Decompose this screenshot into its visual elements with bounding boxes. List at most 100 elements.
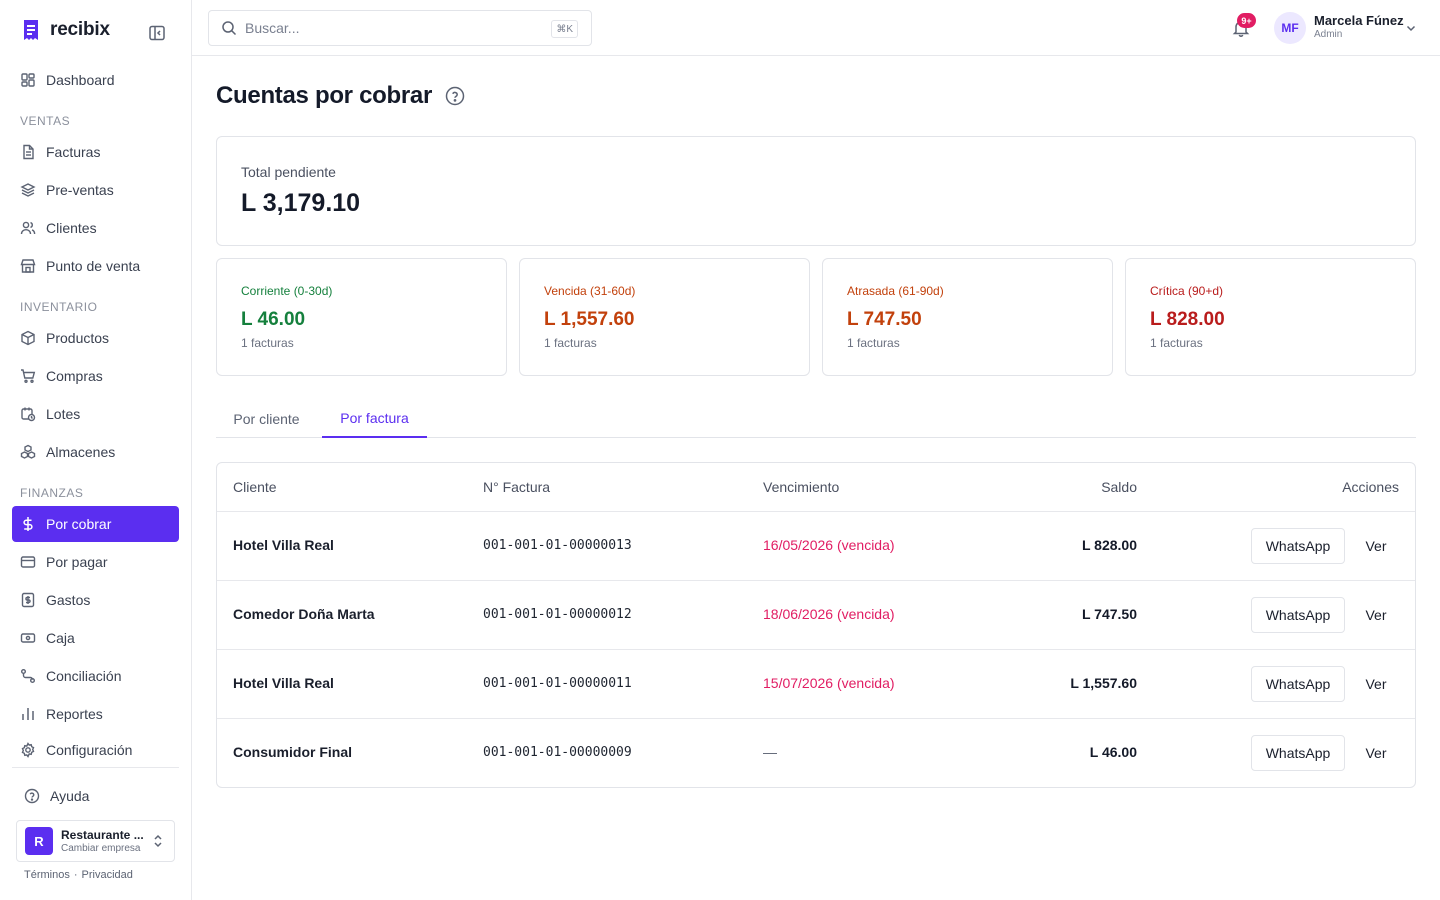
sidebar-item-gastos[interactable]: Gastos	[12, 582, 179, 618]
whatsapp-button[interactable]: WhatsApp	[1251, 528, 1345, 564]
search-shortcut: ⌘K	[551, 20, 578, 38]
total-pending-card: Total pendiente L 3,179.10	[216, 136, 1416, 246]
brand[interactable]: recibix	[22, 19, 110, 41]
tab-por-factura[interactable]: Por factura	[322, 400, 427, 438]
sidebar-item-label: Por cobrar	[46, 516, 112, 532]
due-date: —	[763, 744, 777, 760]
search-input[interactable]: Buscar... ⌘K	[208, 10, 592, 46]
section-ventas: VENTAS	[20, 114, 71, 128]
gear-icon	[20, 742, 36, 758]
sidebar-item-label: Clientes	[46, 220, 97, 236]
sidebar-item-label: Punto de venta	[46, 258, 141, 274]
due-date: 18/06/2026 (vencida)	[763, 606, 895, 622]
client-name: Hotel Villa Real	[233, 537, 334, 553]
balance: L 747.50	[1081, 606, 1137, 622]
aging-label: Vencida (31-60d)	[544, 284, 636, 298]
terms-link[interactable]: Términos	[24, 869, 70, 881]
table-row[interactable]: Consumidor Final 001-001-01-00000009 — L…	[217, 718, 1415, 787]
whatsapp-button[interactable]: WhatsApp	[1251, 597, 1345, 633]
sidebar-item-pos[interactable]: Punto de venta	[12, 248, 179, 284]
sidebar: recibix Dashboard VENTAS Facturas Pre-ve…	[0, 0, 192, 900]
help-label: Ayuda	[50, 788, 90, 804]
package-icon	[20, 330, 36, 346]
dashboard-icon	[20, 72, 36, 88]
client-name: Hotel Villa Real	[233, 675, 334, 691]
aging-card-corriente[interactable]: Corriente (0-30d) L 46.00 1 facturas	[216, 258, 507, 376]
aging-card-atrasada[interactable]: Atrasada (61-90d) L 747.50 1 facturas	[822, 258, 1113, 376]
view-button[interactable]: Ver	[1357, 735, 1395, 771]
column-header-actions: Acciones	[1342, 479, 1399, 495]
whatsapp-button[interactable]: WhatsApp	[1251, 666, 1345, 702]
whatsapp-button[interactable]: WhatsApp	[1251, 735, 1345, 771]
sidebar-divider	[12, 767, 179, 768]
column-header-balance[interactable]: Saldo	[1101, 479, 1137, 495]
column-header-invoice[interactable]: N° Factura	[483, 479, 550, 495]
balance: L 46.00	[1089, 744, 1137, 760]
column-header-due[interactable]: Vencimiento	[763, 479, 839, 495]
client-name: Consumidor Final	[233, 744, 352, 760]
sidebar-item-reportes[interactable]: Reportes	[12, 696, 179, 732]
file-text-icon	[20, 144, 36, 160]
users-icon	[20, 220, 36, 236]
sidebar-item-dashboard[interactable]: Dashboard	[12, 62, 179, 98]
sidebar-item-por-cobrar[interactable]: Por cobrar	[12, 506, 179, 542]
shopping-cart-icon	[20, 368, 36, 384]
banknote-icon	[20, 630, 36, 646]
sidebar-item-almacenes[interactable]: Almacenes	[12, 434, 179, 470]
sidebar-item-lotes[interactable]: Lotes	[12, 396, 179, 432]
chevrons-up-down-icon	[151, 834, 165, 848]
aging-label: Crítica (90+d)	[1150, 284, 1224, 298]
table-row[interactable]: Hotel Villa Real 001-001-01-00000013 16/…	[217, 511, 1415, 580]
sidebar-item-label: Facturas	[46, 144, 101, 160]
company-name: Restaurante ...	[61, 828, 144, 842]
sidebar-item-preventas[interactable]: Pre-ventas	[12, 172, 179, 208]
sidebar-item-configuracion[interactable]: Configuración	[12, 732, 179, 768]
company-switcher[interactable]: R Restaurante ... Cambiar empresa	[16, 820, 175, 862]
column-header-client[interactable]: Cliente	[233, 479, 277, 495]
sidebar-item-label: Dashboard	[46, 72, 115, 88]
balance: L 828.00	[1081, 537, 1137, 553]
legal-separator: ·	[73, 869, 78, 881]
help-circle-icon	[24, 788, 40, 804]
sidebar-item-productos[interactable]: Productos	[12, 320, 179, 356]
aging-value: L 747.50	[847, 309, 922, 330]
topbar: Buscar... ⌘K 9+ MF Marcela Fúnez Admin	[192, 0, 1440, 56]
chevron-down-icon[interactable]	[1404, 21, 1418, 35]
user-name[interactable]: Marcela Fúnez	[1314, 13, 1404, 28]
help-link[interactable]: Ayuda	[24, 788, 89, 804]
help-circle-icon[interactable]	[445, 86, 465, 106]
view-button[interactable]: Ver	[1357, 528, 1395, 564]
bar-chart-icon	[20, 706, 36, 722]
tab-por-cliente[interactable]: Por cliente	[216, 400, 317, 438]
legal-links: Términos · Privacidad	[24, 869, 133, 881]
aging-count: 1 facturas	[241, 336, 294, 350]
sidebar-item-label: Compras	[46, 368, 103, 384]
aging-label: Atrasada (61-90d)	[847, 284, 944, 298]
sidebar-item-por-pagar[interactable]: Por pagar	[12, 544, 179, 580]
sidebar-item-compras[interactable]: Compras	[12, 358, 179, 394]
due-date: 15/07/2026 (vencida)	[763, 675, 895, 691]
sidebar-item-label: Por pagar	[46, 554, 108, 570]
view-tabs: Por cliente Por factura	[216, 400, 1416, 438]
view-button[interactable]: Ver	[1357, 666, 1395, 702]
balance: L 1,557.60	[1070, 675, 1137, 691]
aging-card-critica[interactable]: Crítica (90+d) L 828.00 1 facturas	[1125, 258, 1416, 376]
table-row[interactable]: Comedor Doña Marta 001-001-01-00000012 1…	[217, 580, 1415, 649]
privacy-link[interactable]: Privacidad	[82, 869, 133, 881]
sidebar-item-caja[interactable]: Caja	[12, 620, 179, 656]
avatar[interactable]: MF	[1274, 12, 1306, 44]
store-icon	[20, 258, 36, 274]
sidebar-item-conciliacion[interactable]: Conciliación	[12, 658, 179, 694]
view-button[interactable]: Ver	[1357, 597, 1395, 633]
table-row[interactable]: Hotel Villa Real 001-001-01-00000011 15/…	[217, 649, 1415, 718]
aging-value: L 828.00	[1150, 309, 1225, 330]
sidebar-item-clientes[interactable]: Clientes	[12, 210, 179, 246]
sidebar-item-label: Conciliación	[46, 668, 122, 684]
sidebar-item-label: Reportes	[46, 706, 103, 722]
aging-card-vencida[interactable]: Vencida (31-60d) L 1,557.60 1 facturas	[519, 258, 810, 376]
sidebar-item-facturas[interactable]: Facturas	[12, 134, 179, 170]
sidebar-collapse-icon[interactable]	[148, 24, 166, 42]
receipt-dollar-icon	[20, 592, 36, 608]
aging-value: L 46.00	[241, 309, 306, 330]
invoices-table: Cliente N° Factura Vencimiento Saldo Acc…	[216, 462, 1416, 788]
